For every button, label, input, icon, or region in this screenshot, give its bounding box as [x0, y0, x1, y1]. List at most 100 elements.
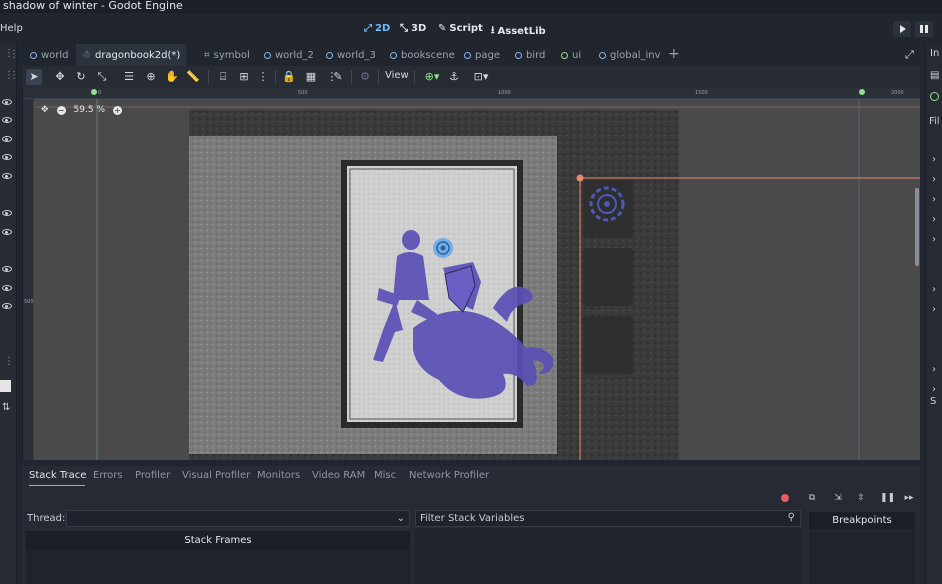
visibility-icon[interactable]: [2, 303, 12, 309]
inspector-color-swatch[interactable]: [0, 380, 11, 392]
chevron-right-icon[interactable]: ›: [932, 214, 936, 225]
tab-dragonbook2d[interactable]: ☃ dragonbook2d(*): [76, 44, 187, 66]
workspace-3d-button[interactable]: ⤡ 3D: [400, 23, 426, 34]
breakpoints-list[interactable]: [809, 531, 915, 584]
thread-select[interactable]: ⌄: [66, 510, 410, 527]
bone-disabled-icon: ⚙: [360, 70, 370, 83]
pause-button[interactable]: [915, 21, 933, 37]
selection-handle[interactable]: [576, 174, 584, 182]
tab-world-2[interactable]: world_2: [258, 44, 320, 66]
move-handle-icon[interactable]: ✥: [41, 105, 49, 115]
tab-misc[interactable]: Misc: [374, 470, 396, 481]
anchor-icon[interactable]: ⚓: [446, 69, 462, 85]
tab-network-profiler[interactable]: Network Profiler: [409, 470, 489, 481]
tab-world[interactable]: world: [24, 44, 75, 66]
chevron-down-icon: ⌄: [396, 513, 405, 524]
visibility-icon[interactable]: [2, 99, 12, 105]
tab-page[interactable]: page: [458, 44, 506, 66]
continue-icon[interactable]: ▸▸: [902, 491, 916, 505]
inspector-tab-label[interactable]: In: [930, 48, 939, 59]
zoom-level[interactable]: 59.5 %: [74, 105, 105, 115]
tab-visual-profiler[interactable]: Visual Profiler: [182, 470, 250, 481]
tab-stack-trace[interactable]: Stack Trace: [29, 470, 86, 481]
chevron-right-icon[interactable]: ›: [932, 174, 936, 185]
tab-monitors[interactable]: Monitors: [257, 470, 300, 481]
tab-world-3[interactable]: world_3: [320, 44, 382, 66]
visibility-icon[interactable]: [2, 117, 12, 123]
ruler-tool-icon[interactable]: 📏: [185, 69, 201, 85]
pivot-tool-icon[interactable]: ⊕: [143, 69, 159, 85]
rotate-tool-icon[interactable]: ↻: [73, 69, 89, 85]
viewport-scrollbar[interactable]: [915, 188, 919, 266]
group-icon[interactable]: ▦: [303, 69, 319, 85]
filter-label: Fil: [929, 116, 940, 127]
limit-marker-icon: [859, 89, 865, 95]
chevron-right-icon[interactable]: ›: [932, 154, 936, 165]
list-select-icon[interactable]: ☰: [121, 69, 137, 85]
snap-options-icon[interactable]: ⋮: [255, 69, 271, 85]
move-tool-icon[interactable]: ✥: [52, 69, 68, 85]
pause-debug-icon[interactable]: ❚❚: [880, 491, 895, 505]
ruler-horizontal: 0 500 1000 1500 2000: [23, 88, 920, 99]
visibility-icon[interactable]: [2, 173, 12, 179]
scene-node-icon: [264, 51, 271, 59]
chevron-right-icon[interactable]: ›: [932, 234, 936, 245]
chevron-right-icon[interactable]: ›: [932, 364, 936, 375]
chevron-right-icon[interactable]: ›: [932, 384, 936, 395]
document-icon[interactable]: ▤: [930, 70, 939, 81]
scale-tool-icon[interactable]: ⤡: [94, 69, 110, 85]
main-menu-bar: Help ⤢ 2D ⤡ 3D ✎ Script ⭳ AssetLib: [0, 13, 942, 44]
record-icon[interactable]: [778, 491, 792, 505]
tab-video-ram[interactable]: Video RAM: [312, 470, 365, 481]
workspace-script-button[interactable]: ✎ Script: [438, 23, 483, 34]
tab-ui[interactable]: ui: [555, 44, 587, 66]
visibility-icon[interactable]: [2, 154, 12, 160]
visibility-icon[interactable]: [2, 285, 12, 291]
pan-tool-icon[interactable]: ✋: [164, 69, 180, 85]
visibility-icon[interactable]: [2, 210, 12, 216]
workspace-2d-button[interactable]: ⤢ 2D: [364, 23, 390, 34]
bone-icon[interactable]: ✎: [330, 69, 346, 85]
step-over-icon[interactable]: ⇳: [854, 491, 868, 505]
tab-profiler[interactable]: Profiler: [135, 470, 170, 481]
step-into-icon[interactable]: ⇲: [831, 491, 845, 505]
copy-icon[interactable]: ⧉: [805, 491, 819, 505]
select-tool-icon[interactable]: ➤: [26, 69, 42, 85]
stack-frames-list[interactable]: [26, 550, 410, 584]
layout-menu-icon[interactable]: ⊡▾: [469, 69, 493, 85]
filter-stack-variables-input[interactable]: Filter Stack Variables ⚲: [415, 510, 801, 527]
smart-snap-icon[interactable]: ⌸: [215, 69, 231, 85]
tab-symbol[interactable]: ⌗ symbol: [198, 44, 256, 66]
distraction-free-icon[interactable]: ⤢: [905, 48, 914, 62]
canvas-viewport[interactable]: 0 500 1000 1500 2000 500 ✥ − 59.5 % +: [22, 88, 920, 460]
visibility-icon[interactable]: [2, 266, 12, 272]
toolbar-grip-icon[interactable]: ⋮: [9, 70, 19, 81]
zoom-in-icon[interactable]: +: [113, 105, 122, 115]
pause-icon: [920, 25, 928, 33]
tab-errors[interactable]: Errors: [93, 470, 123, 481]
view-menu-button[interactable]: View: [385, 70, 409, 81]
visibility-icon[interactable]: [2, 136, 12, 142]
sort-icon[interactable]: ⇅: [2, 402, 10, 413]
chevron-right-icon[interactable]: ›: [932, 284, 936, 295]
tab-grip-icon[interactable]: ⋮: [9, 49, 19, 60]
workspace-assetlib-button[interactable]: ⭳ AssetLib: [491, 23, 546, 40]
zoom-out-icon[interactable]: −: [56, 105, 66, 115]
menu-help[interactable]: Help: [0, 23, 23, 34]
add-tab-icon[interactable]: +: [668, 46, 680, 62]
lock-icon[interactable]: 🔒: [281, 69, 297, 85]
debugger-panel: ⧉ ⇲ ⇳ ❚❚ ▸▸ Thread: ⌄ Stack Frames Filte…: [22, 486, 920, 584]
grid-snap-icon[interactable]: ⊞: [236, 69, 252, 85]
chevron-right-icon[interactable]: ›: [932, 194, 936, 205]
play-button[interactable]: [893, 21, 911, 37]
dock-grip-icon[interactable]: ⋮: [4, 356, 14, 367]
stack-variables-tree[interactable]: [415, 528, 801, 584]
scene-node-icon: [464, 51, 471, 59]
tab-global-inv[interactable]: global_inv: [593, 44, 667, 66]
add-node-menu-icon[interactable]: ⊕▾: [421, 69, 443, 85]
visibility-icon[interactable]: [2, 229, 12, 235]
tab-bookscene[interactable]: bookscene: [384, 44, 461, 66]
chevron-right-icon[interactable]: ›: [932, 304, 936, 315]
tab-bird[interactable]: bird: [509, 44, 551, 66]
ruler-label: 500: [298, 90, 308, 96]
